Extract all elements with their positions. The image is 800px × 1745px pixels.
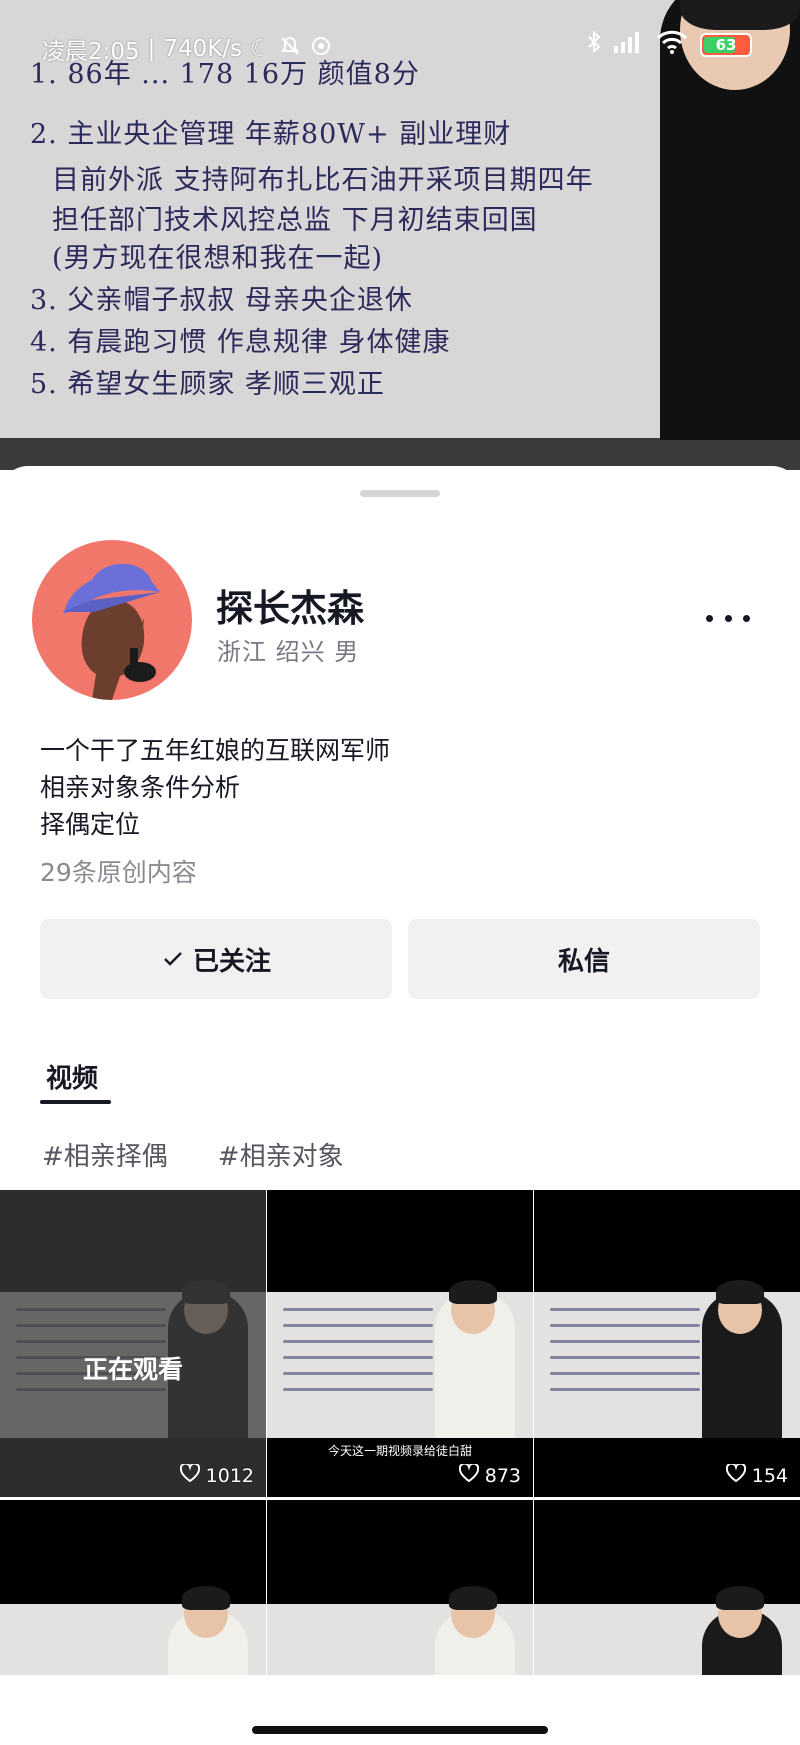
like-count: 1012 — [205, 1464, 254, 1487]
whiteboard-line: 3. 父亲帽子叔叔 母亲央企退休 — [30, 285, 413, 316]
tile-likes: 873 — [458, 1462, 521, 1487]
video-tile[interactable] — [534, 1500, 800, 1675]
message-button[interactable]: 私信 — [408, 919, 760, 999]
original-content-count: 29条原创内容 — [40, 858, 197, 887]
avatar[interactable] — [32, 540, 192, 700]
tile-caption: 今天这一期视频录给徒白甜 — [327, 1444, 472, 1458]
status-time: 凌晨2:05 — [42, 39, 140, 65]
whiteboard-line: 2. 主业央企管理 年薪80W+ 副业理财 — [30, 119, 512, 150]
message-label: 私信 — [557, 946, 610, 977]
status-bar: 凌晨2:05 | 740K/s ☾ 63 — [0, 28, 800, 68]
tile-likes: 154 — [725, 1462, 788, 1487]
signal-icon — [614, 31, 644, 59]
presenter-hair — [680, 0, 800, 30]
whiteboard-line: 目前外派 支持阿布扎比石油开采项目期四年 — [52, 165, 594, 196]
bio-line: 一个干了五年红娘的互联网军师 — [40, 736, 391, 765]
username: 探长杰森 — [216, 587, 364, 630]
battery-level: 63 — [715, 36, 737, 54]
following-button[interactable]: 已关注 — [40, 919, 392, 999]
video-tile[interactable]: 今天这一期视频录给徒白甜 873 — [267, 1190, 533, 1497]
heart-icon — [458, 1462, 479, 1487]
bluetooth-icon — [586, 30, 602, 60]
video-tile[interactable]: 正在观看 1012 — [0, 1190, 266, 1497]
video-player[interactable]: 1. 86年 ... 178 16万 颜值8分 2. 主业央企管理 年薪80W+… — [0, 0, 800, 470]
bio-line: 相亲对象条件分析 — [40, 773, 241, 802]
more-options-button[interactable] — [706, 608, 750, 628]
whiteboard-line: (男方现在很想和我在一起) — [52, 243, 384, 274]
hashtag-chip[interactable]: #相亲择偶 — [42, 1136, 168, 1173]
home-indicator[interactable] — [252, 1726, 548, 1734]
whiteboard-line: 4. 有晨跑习惯 作息规律 身体健康 — [30, 327, 451, 358]
dot-icon — [706, 614, 713, 622]
profile-sheet: 探长杰森 浙江 绍兴 男 一个干了五年红娘的互联网军师 相亲对象条件分析 择偶定… — [0, 466, 800, 1745]
battery-icon: 63 — [700, 33, 752, 57]
user-location: 浙江 绍兴 男 — [217, 638, 360, 666]
detective-avatar-icon — [62, 563, 160, 700]
whiteboard-line: 担任部门技术风控总监 下月初结束回国 — [52, 205, 538, 236]
bio-line: 择偶定位 — [40, 810, 141, 839]
tile-likes: 1012 — [179, 1462, 254, 1487]
settings-icon — [309, 34, 333, 64]
check-icon — [161, 947, 185, 971]
status-divider: | — [147, 36, 156, 62]
sheet-grabber[interactable] — [360, 490, 440, 497]
mute-icon — [279, 35, 301, 63]
like-count: 154 — [751, 1464, 788, 1487]
network-speed: 740K/s — [163, 36, 243, 62]
dot-icon — [724, 614, 732, 622]
moon-icon: ☾ — [250, 36, 271, 62]
now-watching-label: 正在观看 — [82, 1355, 183, 1384]
tab-active-indicator — [40, 1100, 111, 1104]
like-count: 873 — [484, 1464, 521, 1487]
whiteboard-line: 5. 希望女生顾家 孝顺三观正 — [30, 369, 385, 400]
heart-icon — [179, 1462, 200, 1487]
heart-icon — [725, 1462, 746, 1487]
now-watching-overlay — [0, 1190, 266, 1497]
video-grid: 正在观看 1012 今天这一期视频录给徒白甜 873 154 — [0, 1190, 800, 1675]
tab-videos[interactable]: 视频 — [40, 1058, 104, 1095]
bio: 一个干了五年红娘的互联网军师 相亲对象条件分析 择偶定位 — [40, 732, 390, 843]
wifi-icon — [656, 30, 688, 60]
video-tile[interactable] — [0, 1500, 266, 1675]
video-tile[interactable]: 154 — [534, 1190, 800, 1497]
hashtag-chip[interactable]: #相亲对象 — [218, 1136, 344, 1173]
hashtag-filters: #相亲择偶 #相亲对象 — [42, 1136, 344, 1173]
video-tile[interactable] — [267, 1500, 533, 1675]
following-label: 已关注 — [192, 946, 271, 977]
dot-icon — [743, 614, 750, 622]
